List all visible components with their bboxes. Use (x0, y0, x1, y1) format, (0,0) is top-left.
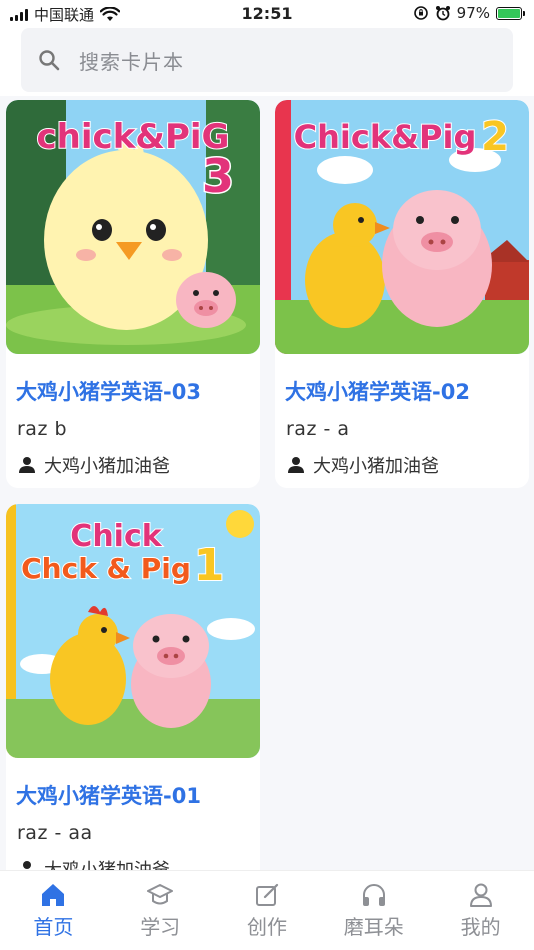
card-title: 大鸡小猪学英语-01 (16, 784, 201, 808)
card-cover-image: Chick&Pig 2 (275, 100, 529, 354)
battery-percent: 97% (456, 4, 490, 22)
author-name: 大鸡小猪加油爸 (313, 456, 439, 477)
person-icon (288, 457, 304, 473)
edit-icon (255, 883, 279, 906)
card-author: 大鸡小猪加油爸 (18, 856, 260, 870)
person-icon (19, 457, 35, 473)
card-item[interactable]: Chick&Pig 2 大鸡小猪学英语-02 raz - a 大鸡小猪加油爸 (275, 100, 529, 488)
cover-title-text: Chick&Pig (294, 118, 477, 156)
card-cover-image: Chick Chck & Pig 1 (6, 504, 260, 758)
user-icon (469, 883, 492, 907)
tab-label: 创作 (246, 915, 287, 939)
card-item[interactable]: Chick Chck & Pig 1 大鸡小猪学英语-01 raz - aa 大… (6, 504, 260, 870)
bottom-tab-bar: 首页 学习 创作 磨耳朵 我的 (0, 870, 534, 950)
tab-mine[interactable]: 我的 (427, 871, 534, 950)
card-subtitle: raz - aa (17, 822, 93, 844)
person-icon (23, 861, 31, 869)
orientation-lock-icon (413, 6, 428, 20)
battery-icon (496, 6, 525, 20)
status-bar: 中国联通 12:51 97% (0, 0, 534, 28)
card-author: 大鸡小猪加油爸 (287, 452, 529, 478)
author-name: 大鸡小猪加油爸 (44, 856, 170, 870)
alarm-icon (435, 6, 450, 21)
tab-study[interactable]: 学习 (107, 871, 214, 950)
tab-label: 我的 (460, 915, 501, 939)
cover-title-line1: Chick (70, 519, 162, 554)
card-subtitle: raz b (17, 418, 68, 440)
tab-label: 磨耳朵 (343, 915, 404, 939)
tab-home[interactable]: 首页 (0, 871, 107, 950)
search-bar-container: 搜索卡片本 (0, 28, 534, 96)
cover-number: 2 (481, 114, 509, 160)
tab-listen[interactable]: 磨耳朵 (320, 871, 427, 950)
graduation-cap-icon (147, 884, 174, 905)
tab-label: 首页 (33, 915, 74, 939)
author-name: 大鸡小猪加油爸 (44, 456, 170, 477)
cover-number: 3 (202, 149, 234, 203)
card-author: 大鸡小猪加油爸 (18, 452, 260, 478)
home-icon (42, 884, 65, 906)
card-grid: chick&PiG 3 大鸡小猪学英语-03 raz b 大鸡小猪加油爸 Chi… (0, 96, 534, 870)
cover-number: 1 (194, 540, 225, 591)
search-placeholder: 搜索卡片本 (79, 49, 184, 74)
cover-title-text: chick&PiG (37, 117, 230, 157)
card-title: 大鸡小猪学英语-03 (16, 380, 201, 404)
search-input[interactable]: 搜索卡片本 (21, 28, 513, 92)
card-item[interactable]: chick&PiG 3 大鸡小猪学英语-03 raz b 大鸡小猪加油爸 (6, 100, 260, 488)
card-cover-image: chick&PiG 3 (6, 100, 260, 354)
card-subtitle: raz - a (286, 418, 350, 440)
tab-create[interactable]: 创作 (214, 871, 321, 950)
cover-title-line2: Chck & Pig (21, 552, 191, 585)
headphones-icon (362, 884, 385, 906)
card-title: 大鸡小猪学英语-02 (285, 380, 470, 404)
tab-label: 学习 (140, 915, 181, 939)
search-icon (39, 50, 60, 71)
